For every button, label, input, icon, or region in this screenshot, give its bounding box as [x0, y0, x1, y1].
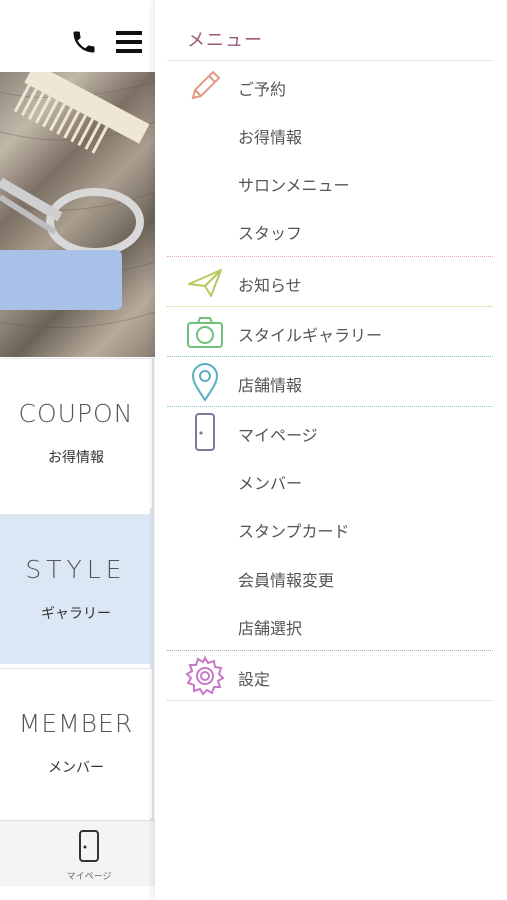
menu-title-divider — [167, 60, 493, 61]
member-tile[interactable]: MEMBER メンバー — [0, 668, 152, 818]
menu-divider — [167, 256, 493, 257]
member-title: MEMBER — [18, 709, 134, 738]
menu-item-label: お得情報 — [238, 128, 303, 147]
menu-item-deals[interactable]: お得情報 — [167, 110, 493, 158]
paper-plane-icon — [188, 269, 222, 297]
menu-item-member-info-edit[interactable]: 会員情報変更 — [167, 553, 493, 601]
menu-item-label: 設定 — [238, 670, 271, 689]
menu-item-store-info[interactable]: 店舗情報 — [167, 358, 493, 406]
bottom-nav-mypage-label[interactable]: マイページ — [50, 869, 128, 882]
bottom-nav: マイページ — [0, 820, 155, 886]
hero-banner[interactable] — [0, 250, 122, 310]
menu-item-label: お知らせ — [238, 276, 302, 295]
menu-item-label: スタンプカード — [238, 522, 350, 541]
hero-image — [0, 72, 155, 357]
door-icon[interactable] — [77, 829, 101, 863]
menu-item-salon-menu[interactable]: サロンメニュー — [167, 158, 493, 206]
coupon-tile[interactable]: COUPON お得情報 — [0, 358, 152, 508]
menu-item-label: スタイルギャラリー — [238, 326, 383, 345]
menu-item-staff[interactable]: スタッフ — [167, 206, 493, 254]
menu-drawer: メニュー ご予約 お得情報 サロンメニュー スタッフ お知らせ スタイルギャラリ… — [155, 0, 507, 900]
menu-item-news[interactable]: お知らせ — [167, 258, 493, 306]
member-subtitle: メンバー — [48, 760, 104, 776]
menu-item-label: スタッフ — [238, 224, 303, 243]
menu-item-label: メンバー — [238, 474, 303, 493]
coupon-title: COUPON — [18, 399, 134, 428]
map-pin-icon — [191, 363, 219, 402]
menu-item-member[interactable]: メンバー — [167, 456, 493, 504]
pencil-icon — [191, 70, 221, 100]
menu-divider — [167, 356, 493, 357]
menu-item-mypage[interactable]: マイページ — [167, 408, 493, 456]
menu-divider — [167, 700, 493, 701]
menu-item-reservation[interactable]: ご予約 — [167, 62, 493, 110]
menu-item-label: サロンメニュー — [238, 176, 350, 195]
menu-item-label: 店舗選択 — [238, 619, 303, 638]
menu-item-label: ご予約 — [238, 80, 287, 99]
menu-divider — [167, 650, 493, 651]
menu-item-store-select[interactable]: 店舗選択 — [167, 601, 493, 649]
menu-title: メニュー — [187, 30, 263, 51]
menu-item-stamp-card[interactable]: スタンプカード — [167, 504, 493, 552]
door-icon — [195, 413, 215, 451]
phone-icon[interactable] — [70, 28, 98, 56]
top-bar — [0, 0, 155, 72]
camera-icon — [187, 317, 223, 348]
menu-item-settings[interactable]: 設定 — [167, 652, 493, 700]
coupon-subtitle: お得情報 — [48, 450, 104, 466]
hamburger-icon[interactable] — [114, 28, 144, 56]
menu-item-label: 店舗情報 — [238, 376, 303, 395]
menu-divider — [167, 406, 493, 407]
main-page: COUPON お得情報 STYLE ギャラリー MEMBER メンバー マイペー… — [0, 0, 155, 900]
menu-item-style-gallery[interactable]: スタイルギャラリー — [167, 308, 493, 356]
menu-item-label: マイページ — [238, 426, 318, 445]
menu-item-label: 会員情報変更 — [238, 571, 335, 590]
menu-divider — [167, 306, 493, 307]
style-tile[interactable]: STYLE ギャラリー — [0, 514, 152, 664]
style-subtitle: ギャラリー — [41, 606, 111, 622]
gear-icon — [185, 656, 225, 696]
style-title: STYLE — [25, 555, 127, 584]
